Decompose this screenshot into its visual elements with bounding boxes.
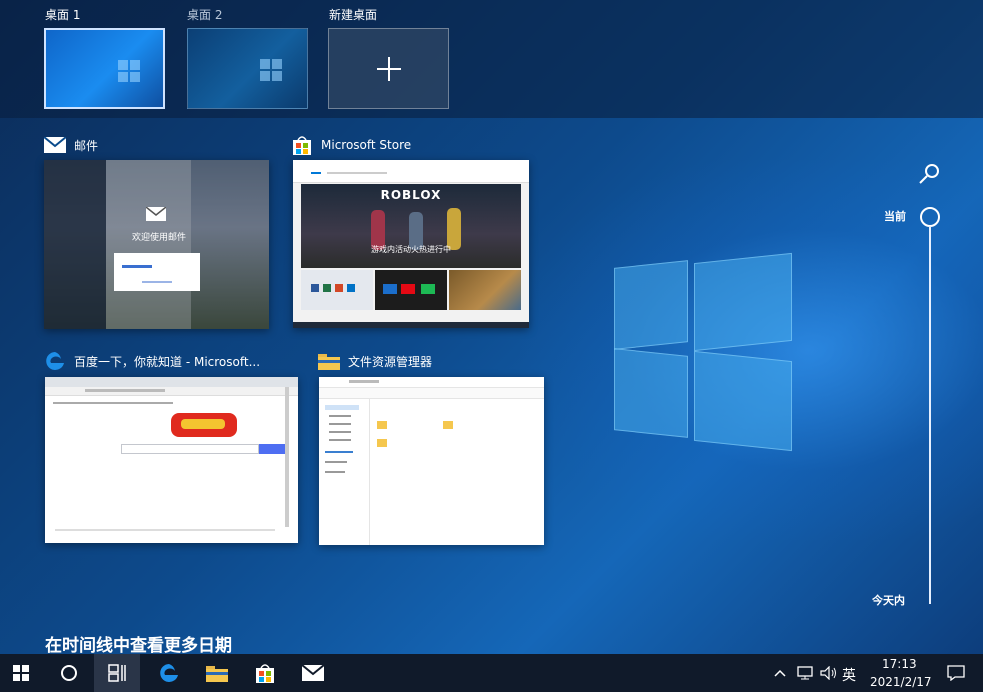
edge-nav-links [53,402,173,404]
explorer-folder-item [377,421,387,429]
new-desktop-label: 新建桌面 [329,8,378,22]
mail-overlay [44,160,269,329]
timeline-track[interactable] [929,226,931,604]
task-view-button[interactable] [94,654,140,692]
show-hidden-icons-button[interactable] [768,654,792,692]
desktop-1-thumbnail[interactable] [44,28,165,109]
explorer-address-bar [319,388,544,399]
mail-welcome-text: 欢迎使用邮件 [131,233,186,243]
store-icon [291,134,313,156]
windows-start-icon [13,665,29,681]
taskbar-edge-button[interactable] [146,654,192,692]
taskbar-store-button[interactable] [242,654,288,692]
wallpaper-logo-pane [614,348,688,438]
explorer-ribbon [319,377,544,388]
wallpaper-logo-pane [694,252,792,352]
store-game-title: ROBLOX [380,188,442,202]
store-tile-office [301,270,373,310]
clock-time[interactable]: 17:13 [882,657,917,671]
notification-icon [947,665,965,681]
wallpaper-glow [520,160,983,540]
mail-accounts-card [114,253,200,291]
store-window-title[interactable]: Microsoft Store [291,134,411,156]
plus-icon [376,56,401,81]
desktop-1-label: 桌面 1 [45,8,81,22]
baidu-logo [171,413,237,437]
mail-icon [302,665,324,681]
start-button[interactable] [0,654,42,692]
cortana-circle-icon [61,665,77,681]
explorer-window-title[interactable]: 文件资源管理器 [318,350,432,372]
store-hero-banner: ROBLOX 游戏内活动火热进行中 [301,184,521,268]
mail-window-label: 邮件 [74,138,99,153]
wallpaper-logo-pane [694,350,792,452]
store-hero-caption: 游戏内活动火热进行中 [371,245,451,254]
network-icon [797,666,813,680]
explorer-folder-item [443,421,453,429]
explorer-window-thumbnail[interactable] [319,377,544,545]
task-view-icon [108,664,126,682]
edge-window-label: 百度一下，你就知道 - Microsoft... [74,354,261,369]
folder-icon [318,350,340,372]
windows-logo-icon [260,59,282,81]
store-window-thumbnail[interactable]: ROBLOX 游戏内活动火热进行中 [293,160,529,328]
edge-tab-bar [45,377,298,387]
ime-indicator[interactable]: 英 [842,665,856,685]
explorer-folder-item [377,439,387,447]
mail-icon [44,134,66,156]
taskbar-mail-button[interactable] [290,654,336,692]
timeline-slider-knob[interactable] [920,207,940,227]
cortana-button[interactable] [48,654,90,692]
taskbar-explorer-button[interactable] [194,654,240,692]
chevron-up-icon [774,669,786,677]
edge-address-bar [45,387,298,396]
timeline-today-label: 今天内 [872,594,905,607]
notifications-button[interactable] [940,654,972,692]
store-icon [256,664,274,683]
volume-button[interactable] [818,654,840,692]
mail-envelope-icon [146,207,166,221]
windows-logo-icon [118,60,140,82]
new-desktop-button[interactable] [328,28,449,109]
desktop-2-label: 桌面 2 [187,8,223,22]
store-nav-bar [293,160,529,183]
taskbar: 英 17:13 2021/2/17 [0,654,983,692]
store-tile-game [449,270,521,310]
mail-window-title[interactable]: 邮件 [44,134,98,156]
store-window-label: Microsoft Store [321,138,412,152]
search-icon[interactable] [918,162,942,186]
desktop-2-thumbnail[interactable] [187,28,308,109]
volume-icon [820,666,836,680]
clock-date[interactable]: 2021/2/17 [870,675,932,689]
timeline-current-label: 当前 [884,210,906,223]
network-button[interactable] [794,654,816,692]
explorer-nav-pane [319,399,370,545]
edge-icon [44,350,66,372]
explorer-window-label: 文件资源管理器 [348,354,433,369]
wallpaper-logo-pane [614,260,688,350]
baidu-search-button[interactable] [259,444,287,454]
store-tile-video [375,270,447,310]
baidu-search-input[interactable] [121,444,259,454]
virtual-desktops-bar: 桌面 1 桌面 2 新建桌面 [0,0,983,118]
edge-window-title[interactable]: 百度一下，你就知道 - Microsoft... [44,350,260,372]
folder-icon [206,666,228,682]
mail-window-thumbnail[interactable]: 欢迎使用邮件 [44,160,269,329]
more-dates-link[interactable]: 在时间线中查看更多日期 [45,631,232,656]
edge-window-thumbnail[interactable] [45,377,298,543]
edge-icon [160,664,178,682]
